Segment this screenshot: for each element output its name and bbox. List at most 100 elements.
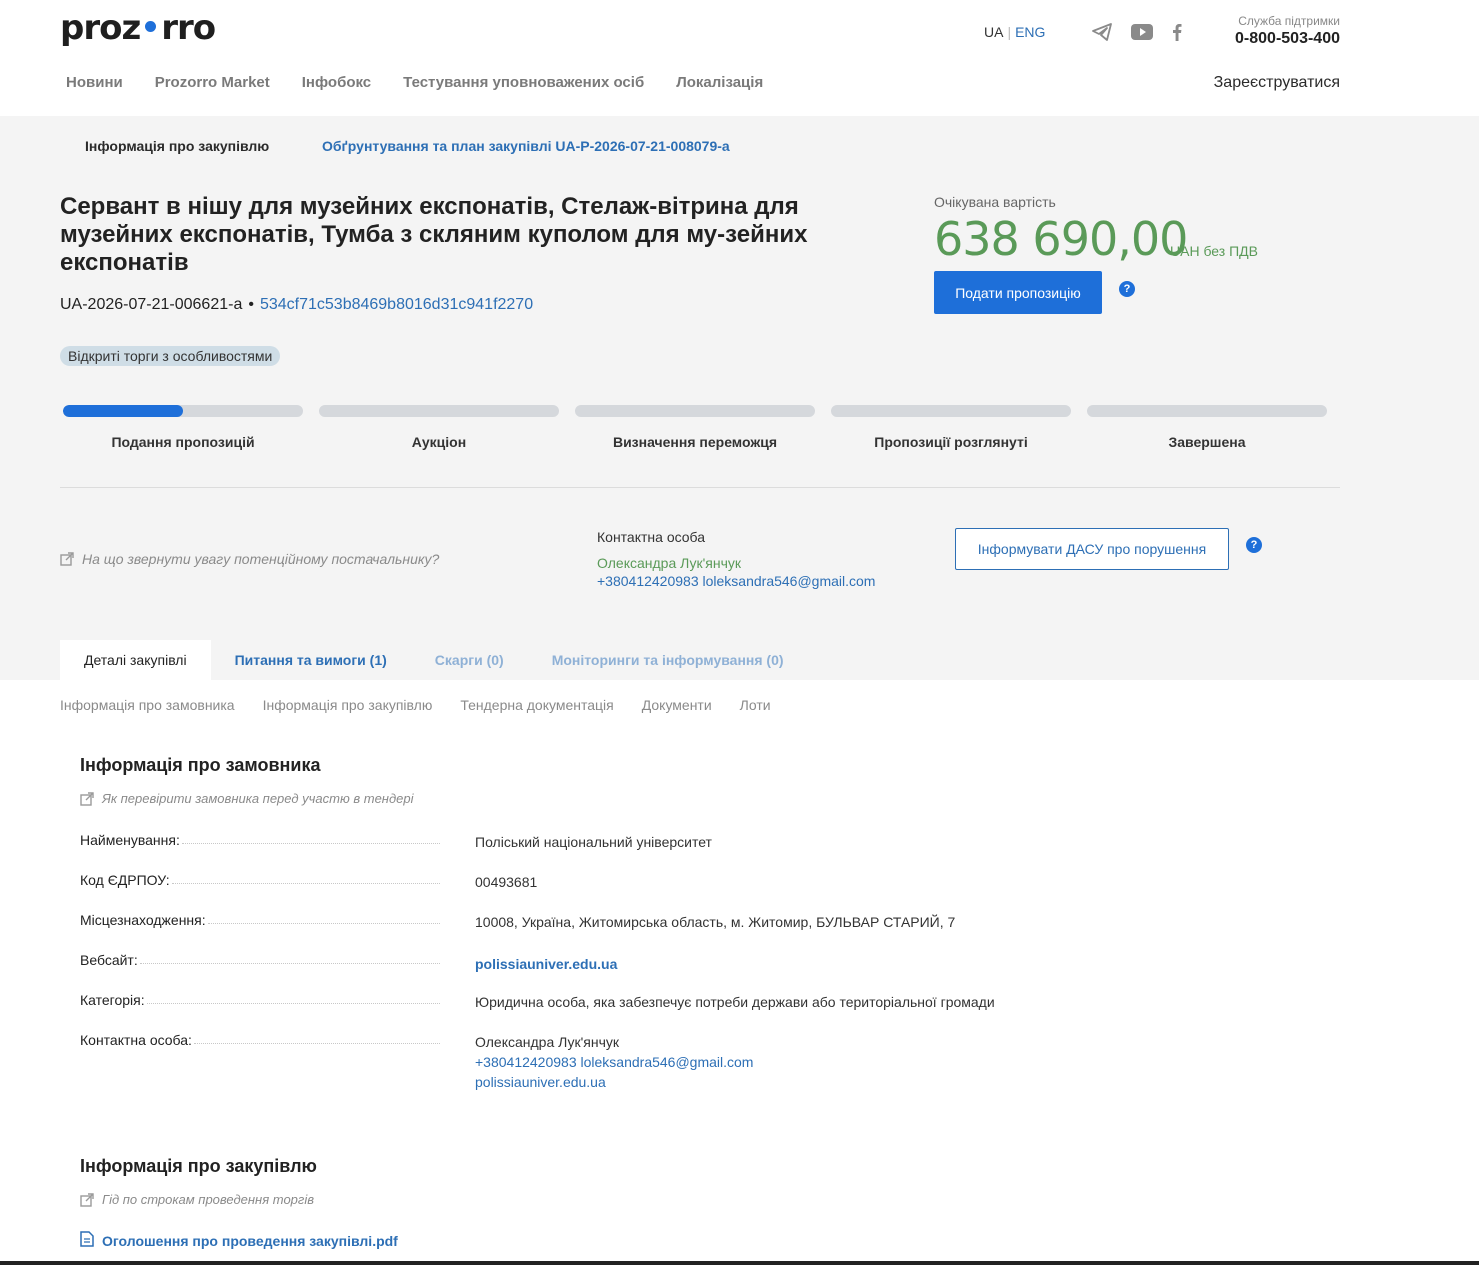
row-value: 10008, Україна, Житомирська область, м. … bbox=[475, 914, 956, 930]
lang-eng[interactable]: ENG bbox=[1015, 24, 1045, 40]
contact-person-title: Контактна особа bbox=[597, 529, 706, 545]
row-key-text: Код ЄДРПОУ: bbox=[80, 872, 172, 888]
external-link-icon bbox=[60, 552, 74, 566]
main-nav: Новини Prozorro Market Інфобокс Тестуван… bbox=[66, 74, 763, 91]
website-link[interactable]: polissiauniver.edu.ua bbox=[475, 956, 617, 972]
stage-reviewed: Пропозиції розглянуті bbox=[828, 402, 1074, 450]
stage-bar bbox=[572, 402, 818, 420]
row-value: Олександра Лук'янчук +380412420983 lolek… bbox=[475, 1032, 753, 1092]
row-key: Код ЄДРПОУ: bbox=[80, 872, 440, 888]
prozorro-logo[interactable]: proz rro bbox=[60, 8, 216, 48]
support-label: Служба підтримки bbox=[1238, 14, 1340, 28]
row-dots bbox=[171, 872, 440, 884]
stage-progress-fill bbox=[63, 405, 183, 417]
tab-monitoring[interactable]: Моніторинги та інформування (0) bbox=[528, 640, 808, 680]
row-key: Вебсайт: bbox=[80, 952, 440, 968]
section-subnav: Інформація про замовника Інформація про … bbox=[60, 697, 771, 713]
subnav-procurement[interactable]: Інформація про закупівлю bbox=[263, 697, 433, 713]
tender-hash-link[interactable]: 534cf71c53b8469b8016d31c941f2270 bbox=[260, 296, 533, 313]
nav-infobox[interactable]: Інфобокс bbox=[302, 74, 371, 91]
customer-section-title: Інформація про замовника bbox=[80, 755, 321, 775]
subnav-tender-docs[interactable]: Тендерна документація bbox=[460, 697, 613, 713]
section-divider bbox=[60, 487, 1340, 488]
row-dots bbox=[193, 1032, 440, 1044]
procedure-type-badge: Відкриті торги з особливостями bbox=[60, 346, 281, 366]
customer-contact-phone-email[interactable]: +380412420983 loleksandra546@gmail.com bbox=[475, 1052, 753, 1072]
procurement-section-title: Інформація про закупівлю bbox=[80, 1156, 317, 1176]
row-key: Категорія: bbox=[80, 992, 440, 1008]
stage-auction: Аукціон bbox=[316, 402, 562, 450]
stage-label: Аукціон bbox=[411, 434, 467, 450]
support-block: Служба підтримки 0-800-503-400 bbox=[1232, 14, 1340, 48]
row-dots bbox=[207, 912, 440, 924]
language-switcher: UA | ENG bbox=[984, 24, 1045, 40]
logo-dot-icon bbox=[145, 21, 157, 32]
tab-complaints[interactable]: Скарги (0) bbox=[411, 640, 528, 680]
row-key-text: Місцезнаходження: bbox=[80, 912, 208, 928]
tab-details[interactable]: Деталі закупівлі bbox=[60, 640, 211, 680]
bottom-edge-bar bbox=[0, 1261, 1479, 1265]
submit-help-icon[interactable]: ? bbox=[1119, 281, 1135, 297]
customer-check-hint-text: Як перевірити замовника перед участю в т… bbox=[102, 791, 414, 806]
document-icon bbox=[80, 1231, 94, 1250]
dasu-help-icon[interactable]: ? bbox=[1246, 537, 1262, 553]
subnav-documents[interactable]: Документи bbox=[642, 697, 712, 713]
stage-bar bbox=[316, 402, 562, 420]
document-name: Оголошення про проведення закупівлі.pdf bbox=[102, 1232, 398, 1249]
contact-person-phone-email[interactable]: +380412420983 loleksandra546@gmail.com bbox=[597, 573, 875, 589]
announcement-document-link[interactable]: Оголошення про проведення закупівлі.pdf bbox=[80, 1231, 398, 1250]
expected-value-label: Очікувана вартість bbox=[934, 194, 1056, 210]
lang-ua[interactable]: UA bbox=[984, 24, 1003, 40]
youtube-icon[interactable] bbox=[1131, 22, 1153, 42]
stage-bar bbox=[828, 402, 1074, 420]
row-key-text: Найменування: bbox=[80, 832, 182, 848]
row-dots bbox=[181, 832, 440, 844]
nav-localization[interactable]: Локалізація bbox=[676, 74, 763, 91]
row-value: Поліський національний університет bbox=[475, 834, 712, 850]
row-dots bbox=[146, 992, 440, 1004]
customer-contact-name: Олександра Лук'янчук bbox=[475, 1034, 619, 1050]
id-separator: • bbox=[248, 296, 254, 313]
tab-procurement-info[interactable]: Інформація про закупівлю bbox=[85, 138, 269, 154]
subnav-customer[interactable]: Інформація про замовника bbox=[60, 697, 235, 713]
register-link[interactable]: Зареєструватися bbox=[1214, 74, 1340, 92]
row-key: Місцезнаходження: bbox=[80, 912, 440, 928]
inform-dasu-button[interactable]: Інформувати ДАСУ про порушення bbox=[955, 528, 1229, 570]
row-key: Контактна особа: bbox=[80, 1032, 440, 1048]
support-phone[interactable]: 0-800-503-400 bbox=[1232, 30, 1340, 48]
stage-label: Подання пропозицій bbox=[111, 434, 255, 450]
stage-label: Пропозиції розглянуті bbox=[874, 434, 1028, 450]
stage-completed: Завершена bbox=[1084, 402, 1330, 450]
expected-value-amount: 638 690,00 bbox=[934, 212, 1188, 266]
logo-text-right: rro bbox=[161, 8, 216, 48]
expected-value-currency: UAH без ПДВ bbox=[1170, 243, 1258, 259]
site-header: proz rro UA | ENG Служба підтримки 0-800-50… bbox=[0, 0, 1479, 116]
customer-check-hint-link[interactable]: Як перевірити замовника перед участю в т… bbox=[80, 791, 414, 806]
stage-bar bbox=[1084, 402, 1330, 420]
supplier-hint-text: На що звернути увагу потенційному постач… bbox=[82, 551, 440, 567]
stage-winner: Визначення переможця bbox=[572, 402, 818, 450]
nav-testing[interactable]: Тестування уповноважених осіб bbox=[403, 74, 644, 91]
stage-bar bbox=[60, 402, 306, 420]
telegram-icon[interactable] bbox=[1091, 22, 1113, 42]
supplier-hint-link[interactable]: На що звернути увагу потенційному постач… bbox=[60, 551, 439, 567]
stage-label: Завершена bbox=[1168, 434, 1246, 450]
deadlines-guide-text: Гід по строкам проведення торгів bbox=[102, 1192, 314, 1207]
customer-contact-website[interactable]: polissiauniver.edu.ua bbox=[475, 1072, 753, 1092]
submit-bid-button[interactable]: Подати пропозицію bbox=[934, 271, 1102, 314]
subnav-lots[interactable]: Лоти bbox=[740, 697, 771, 713]
nav-news[interactable]: Новини bbox=[66, 74, 123, 91]
plan-link[interactable]: Обґрунтування та план закупівлі UA-P-202… bbox=[322, 138, 730, 154]
tab-questions[interactable]: Питання та вимоги (1) bbox=[211, 640, 411, 680]
row-key-text: Вебсайт: bbox=[80, 952, 140, 968]
lang-separator: | bbox=[1007, 24, 1012, 40]
row-value: polissiauniver.edu.ua bbox=[475, 954, 617, 974]
nav-market[interactable]: Prozorro Market bbox=[155, 74, 270, 91]
deadlines-guide-link[interactable]: Гід по строкам проведення торгів bbox=[80, 1192, 314, 1207]
row-value: Юридична особа, яка забезпечує потреби д… bbox=[475, 994, 995, 1010]
row-key-text: Контактна особа: bbox=[80, 1032, 194, 1048]
stage-label: Визначення переможця bbox=[612, 434, 778, 450]
facebook-icon[interactable] bbox=[1166, 22, 1188, 42]
tender-stages: Подання пропозицій Аукціон Визначення пе… bbox=[60, 402, 1340, 450]
row-dots bbox=[139, 952, 440, 964]
